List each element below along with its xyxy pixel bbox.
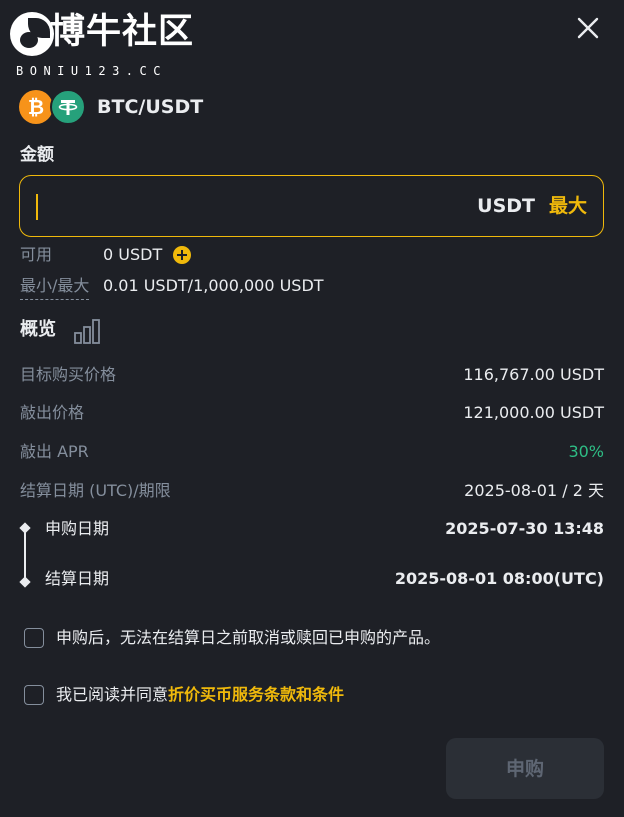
watermark-logo: 博牛社区 BONIU123.CC xyxy=(10,10,210,78)
terms-text: 我已阅读并同意折价买币服务条款和条件 xyxy=(56,681,344,709)
terms-checkbox[interactable] xyxy=(24,685,44,705)
date-timeline: 申购日期 2025-07-30 13:48 结算日期 2025-08-01 08… xyxy=(19,514,604,594)
settlement-term-label: 结算日期 (UTC)/期限 xyxy=(20,481,171,500)
pair-label: BTC/USDT xyxy=(97,96,204,118)
trading-pair: ₿ BTC/USDT xyxy=(19,89,319,126)
overview-title: 概览 xyxy=(20,319,56,340)
amount-label: 金额 xyxy=(20,145,54,165)
available-balance-row: 可用 0 USDT xyxy=(20,243,420,267)
amount-unit: USDT xyxy=(477,195,535,217)
min-max-value: 0.01 USDT/1,000,000 USDT xyxy=(103,276,324,295)
settlement-date-label: 结算日期 xyxy=(45,569,110,588)
target-price-value: 116,767.00 USDT xyxy=(463,365,604,384)
close-icon xyxy=(577,17,599,39)
target-price-label: 目标购买价格 xyxy=(20,365,117,384)
settlement-term-value: 2025-08-01 / 2 天 xyxy=(464,481,604,500)
knockout-price-label: 敲出价格 xyxy=(20,403,85,422)
watermark-title: 博牛社区 xyxy=(50,12,195,52)
subscribe-date-value: 2025-07-30 13:48 xyxy=(445,519,604,538)
available-value: 0 USDT xyxy=(103,245,163,264)
notice-checkbox[interactable] xyxy=(24,628,44,648)
usdt-tether-icon xyxy=(50,89,86,125)
amount-input[interactable] xyxy=(34,184,418,230)
watermark-subtitle: BONIU123.CC xyxy=(16,64,167,78)
max-button[interactable]: 最大 xyxy=(549,192,587,220)
knockout-apr-value: 30% xyxy=(568,442,604,461)
knockout-price-row: 敲出价格 121,000.00 USDT xyxy=(20,400,604,426)
subscribe-button[interactable]: 申购 xyxy=(446,738,604,799)
settlement-term-row: 结算日期 (UTC)/期限 2025-08-01 / 2 天 xyxy=(20,478,604,504)
plus-circle-icon[interactable] xyxy=(173,246,191,264)
notice-text: 申购后，无法在结算日之前取消或赎回已申购的产品。 xyxy=(56,628,441,647)
amount-field[interactable]: USDT 最大 xyxy=(19,175,604,237)
settlement-date-value: 2025-08-01 08:00(UTC) xyxy=(394,569,604,588)
knockout-price-value: 121,000.00 USDT xyxy=(463,403,604,422)
terms-prefix: 我已阅读并同意 xyxy=(56,685,169,704)
knockout-apr-row: 敲出 APR 30% xyxy=(20,439,604,465)
subscribe-date-label: 申购日期 xyxy=(45,519,110,538)
timeline-end-dot xyxy=(19,576,31,588)
knockout-apr-label: 敲出 APR xyxy=(20,442,89,461)
timeline-start-dot xyxy=(19,522,31,534)
terms-link[interactable]: 折价买币服务条款和条件 xyxy=(168,685,344,704)
terms-checkbox-row: 我已阅读并同意折价买币服务条款和条件 xyxy=(24,681,604,709)
min-max-row: 最小/最大 0.01 USDT/1,000,000 USDT xyxy=(20,274,520,300)
btc-coin-icon: ₿ xyxy=(19,90,53,124)
bar-chart-icon[interactable] xyxy=(72,316,102,346)
min-max-label[interactable]: 最小/最大 xyxy=(20,274,90,300)
close-button[interactable] xyxy=(572,12,604,44)
notice-checkbox-row: 申购后，无法在结算日之前取消或赎回已申购的产品。 xyxy=(24,624,604,652)
available-label: 可用 xyxy=(20,245,53,264)
bull-logo-icon xyxy=(10,12,54,56)
timeline-line xyxy=(24,526,26,583)
target-price-row: 目标购买价格 116,767.00 USDT xyxy=(20,362,604,388)
